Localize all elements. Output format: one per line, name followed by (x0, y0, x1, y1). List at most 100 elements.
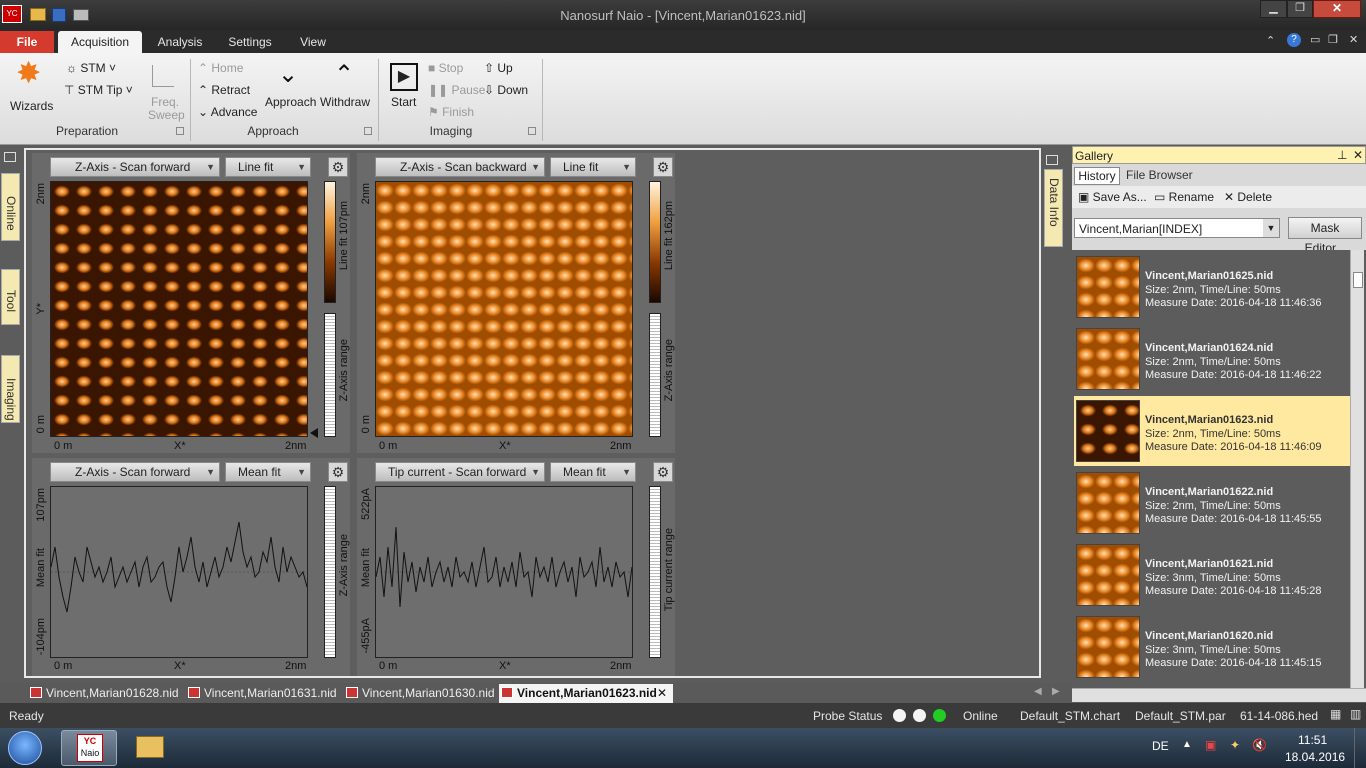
gallery-item-selected[interactable]: Vincent,Marian01623.nid Size: 2nm, Time/L… (1074, 396, 1350, 466)
collapse-ribbon-icon[interactable]: ⌃ (1266, 34, 1275, 47)
filter-combobox[interactable]: Vincent,Marian[INDEX] ▼ (1074, 218, 1280, 238)
channel-dropdown[interactable]: Z-Axis - Scan forward ▼ (50, 157, 220, 177)
chart-file[interactable]: Default_STM.chart (1020, 709, 1120, 723)
scroll-left-icon[interactable]: ◀ (1034, 686, 1042, 697)
approach-button[interactable]: ⌄ Approach (264, 61, 318, 110)
side-tab-imaging[interactable]: Imaging (1, 355, 20, 423)
close-button[interactable]: ✕ (1313, 0, 1361, 18)
topography-image[interactable] (50, 181, 308, 437)
z-range-bar[interactable] (649, 313, 661, 437)
help-icon[interactable]: ? (1287, 33, 1301, 47)
tab-view[interactable]: View (290, 31, 336, 53)
panel-settings-gear-icon[interactable]: ⚙ (653, 157, 673, 177)
tray-expand-icon[interactable]: ▲ (1182, 739, 1192, 750)
stm-dropdown[interactable]: ☼ STM ˅ (66, 61, 116, 75)
scroll-thumb[interactable] (1353, 272, 1363, 288)
mask-editor-button[interactable]: Mask Editor... (1288, 217, 1362, 255)
gallery-item[interactable]: Vincent,Marian01621.nid Size: 3nm, Time/L… (1074, 540, 1350, 610)
taskbar-naio-button[interactable]: YC Naio (61, 730, 117, 766)
side-tab-online[interactable]: Online (1, 173, 20, 241)
gallery-item[interactable]: Vincent,Marian01625.nid Size: 2nm, Time/L… (1074, 252, 1350, 322)
gallery-item[interactable]: Vincent,Marian01624.nid Size: 2nm, Time/L… (1074, 324, 1350, 394)
side-panel-toggle-icon[interactable] (4, 152, 16, 162)
tab-acquisition[interactable]: Acquisition (58, 31, 142, 53)
scroll-right-icon[interactable]: ▶ (1052, 686, 1060, 697)
mdi-minimize-icon[interactable]: ▭ (1310, 33, 1320, 46)
gallery-item[interactable]: Vincent,Marian01620.nid Size: 3nm, Time/L… (1074, 612, 1350, 682)
panel-settings-gear-icon[interactable]: ⚙ (328, 462, 348, 482)
channel-dropdown[interactable]: Z-Axis - Scan backward ▼ (375, 157, 545, 177)
hed-file[interactable]: 61-14-086.hed (1240, 709, 1318, 723)
cursor-marker-icon[interactable] (310, 428, 318, 438)
save-icon[interactable] (52, 8, 66, 22)
freq-sweep-button[interactable]: Freq. Sweep (144, 61, 186, 123)
mdi-restore-icon[interactable]: ❐ (1328, 33, 1338, 46)
mdi-close-icon[interactable]: ✕ (1349, 33, 1358, 46)
taskbar-explorer-button[interactable] (122, 730, 178, 766)
finish-button[interactable]: ⚑ Finish (428, 105, 474, 119)
filter-dropdown[interactable]: Line fit ▼ (225, 157, 311, 177)
down-button[interactable]: ⇩ Down (484, 83, 528, 97)
doc-tab-active[interactable]: Vincent,Marian01623.nid ✕ (499, 684, 673, 703)
start-button[interactable]: ▶ Start (388, 61, 420, 111)
imaging-launcher-icon[interactable] (528, 127, 536, 135)
clock-date[interactable]: 18.04.2016 (1285, 750, 1345, 764)
channel-dropdown[interactable]: Tip current - Scan forward ▼ (375, 462, 545, 482)
panel-settings-gear-icon[interactable]: ⚙ (328, 157, 348, 177)
tray-volume-icon[interactable]: 🔇 (1252, 738, 1267, 752)
save-as-button[interactable]: ▣ Save As... (1078, 190, 1147, 204)
doc-tab[interactable]: Vincent,Marian01631.nid (186, 684, 338, 703)
side-tab-tool[interactable]: Tool (1, 269, 20, 325)
pin-icon[interactable]: ⊥ (1337, 148, 1347, 162)
retract-button[interactable]: ⌃ Retract (198, 83, 250, 97)
topography-image[interactable] (375, 181, 633, 437)
data-info-tab[interactable]: Data Info (1044, 169, 1063, 247)
par-file[interactable]: Default_STM.par (1135, 709, 1226, 723)
gallery-item[interactable]: Vincent,Marian01622.nid Size: 2nm, Time/L… (1074, 468, 1350, 538)
filter-dropdown[interactable]: Mean fit ▼ (225, 462, 311, 482)
channel-dropdown[interactable]: Z-Axis - Scan forward ▼ (50, 462, 220, 482)
data-info-toggle-icon[interactable] (1046, 155, 1058, 165)
close-tab-icon[interactable]: ✕ (657, 684, 667, 702)
maximize-button[interactable]: ❐ (1287, 0, 1313, 18)
approach-launcher-icon[interactable] (364, 127, 372, 135)
show-desktop-button[interactable] (1354, 728, 1366, 768)
doc-tab[interactable]: Vincent,Marian01630.nid (344, 684, 496, 703)
advance-button[interactable]: ⌄ Advance (198, 105, 257, 119)
delete-button[interactable]: ✕ Delete (1224, 190, 1272, 204)
withdraw-button[interactable]: ⌃ Withdraw (320, 61, 374, 110)
horizontal-scrollbar[interactable] (1072, 688, 1366, 702)
preparation-launcher-icon[interactable] (176, 127, 184, 135)
stop-button[interactable]: ■ Stop (428, 61, 463, 75)
pause-button[interactable]: ❚❚ Pause (428, 83, 485, 97)
panel-settings-gear-icon[interactable]: ⚙ (653, 462, 673, 482)
clock-time[interactable]: 11:51 (1298, 733, 1327, 747)
tray-app-icon[interactable]: ▣ (1205, 738, 1216, 752)
line-profile-plot[interactable] (50, 486, 308, 658)
language-indicator[interactable]: DE (1152, 739, 1169, 753)
home-button[interactable]: ⌃ Home (198, 61, 243, 75)
tab-file[interactable]: File (0, 31, 54, 53)
open-folder-icon[interactable] (30, 8, 46, 21)
current-range-bar[interactable] (649, 486, 661, 658)
gallery-close-icon[interactable]: ✕ (1353, 148, 1363, 162)
start-orb-icon[interactable] (8, 731, 42, 765)
vertical-scrollbar[interactable] (1350, 250, 1364, 688)
z-range-bar[interactable] (324, 313, 336, 437)
z-range-bar[interactable] (324, 486, 336, 658)
stm-tip-dropdown[interactable]: ⊤ STM Tip ˅ (64, 83, 133, 97)
filter-dropdown[interactable]: Mean fit ▼ (550, 462, 636, 482)
tab-file-browser[interactable]: File Browser (1126, 168, 1193, 182)
current-profile-plot[interactable] (375, 486, 633, 658)
filter-dropdown[interactable]: Line fit ▼ (550, 157, 636, 177)
print-icon[interactable] (73, 9, 89, 21)
up-button[interactable]: ⇧ Up (484, 61, 513, 75)
tab-analysis[interactable]: Analysis (150, 31, 210, 53)
doc-tab[interactable]: Vincent,Marian01628.nid (28, 684, 180, 703)
app-logo-icon[interactable]: YC (2, 5, 22, 23)
tab-settings[interactable]: Settings (220, 31, 280, 53)
tab-history[interactable]: History (1074, 167, 1120, 185)
wizards-button[interactable]: ✸ Wizards (8, 57, 53, 119)
tray-network-icon[interactable]: ✦ (1230, 738, 1240, 752)
rename-button[interactable]: ▭ Rename (1154, 190, 1214, 204)
